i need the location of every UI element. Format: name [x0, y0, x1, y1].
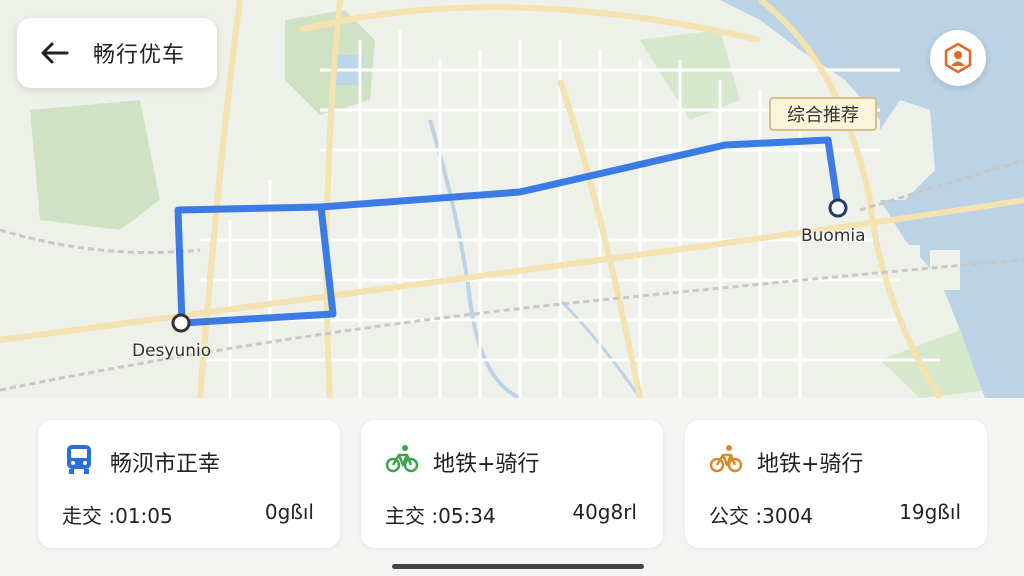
route-option-name: 地铁+骑行	[433, 452, 540, 477]
route-option-fare: 走交 :01:05	[62, 504, 173, 528]
route-option-distance: 19gßıl	[899, 500, 961, 524]
location-person-icon	[944, 42, 972, 74]
bicycle-icon	[709, 445, 743, 473]
bus-icon	[67, 445, 91, 474]
route-option-distance: 40g8rl	[572, 500, 637, 524]
route-option-card[interactable]: 地铁+骑行 主交 :05:34 40g8rl	[361, 420, 663, 548]
origin-label: Desyunio	[132, 341, 212, 361]
route-options-panel: 畅𬇙市正幸 走交 :01:05 0gßıl 地铁+骑行 主交 :05:34 40…	[0, 398, 1024, 576]
home-indicator[interactable]	[392, 564, 644, 569]
destination-label: Buomia	[801, 226, 866, 246]
land-pier	[930, 250, 960, 290]
route-option-card[interactable]: 畅𬇙市正幸 走交 :01:05 0gßıl	[38, 420, 340, 548]
park-area	[30, 100, 160, 230]
recommend-badge: 综合推荐	[769, 97, 877, 131]
route-option-card[interactable]: 地铁+骑行 公交 :3004 19gßıl	[685, 420, 987, 548]
origin-marker[interactable]	[171, 313, 191, 333]
back-button[interactable]	[35, 33, 75, 73]
arrow-left-icon	[41, 42, 69, 64]
route-option-name: 地铁+骑行	[757, 452, 864, 477]
route-option-fare: 公交 :3004	[709, 504, 813, 528]
route-option-fare: 主交 :05:34	[385, 504, 496, 528]
page-title: 畅行优车	[93, 43, 186, 68]
route-option-name: 畅𬇙市正幸	[110, 452, 221, 477]
header-panel: 畅行优车	[17, 18, 217, 88]
bicycle-icon	[385, 445, 419, 473]
route-option-distance: 0gßıl	[264, 500, 314, 524]
locate-button[interactable]	[930, 30, 986, 86]
destination-marker[interactable]	[828, 198, 848, 218]
